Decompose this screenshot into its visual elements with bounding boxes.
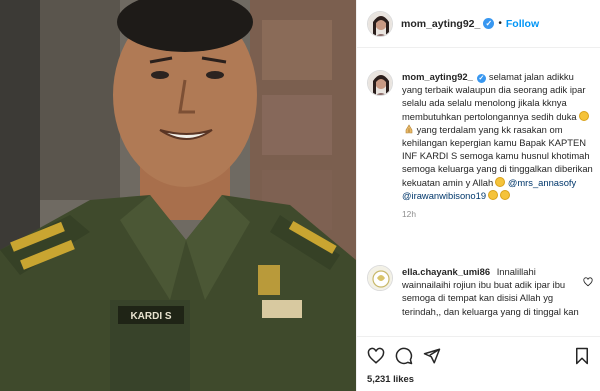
avatar-image — [368, 71, 392, 95]
author-username[interactable]: mom_ayting92_ — [401, 18, 480, 30]
verified-badge-icon: ✓ — [483, 18, 495, 29]
name-tag-text: KARDI S — [130, 311, 171, 322]
smile-emoji-icon — [500, 189, 511, 200]
mention-link[interactable]: @irawanwibisono19 — [402, 190, 486, 201]
mention-link[interactable]: @mrs_annasofy — [508, 177, 576, 188]
verified-badge-icon: ✓ — [476, 74, 486, 83]
avatar-image — [368, 11, 392, 36]
follow-button[interactable]: Follow — [506, 18, 539, 30]
avatar-image — [368, 266, 392, 290]
smile-emoji-icon — [488, 189, 499, 200]
heart-icon[interactable] — [367, 347, 385, 365]
share-icon[interactable] — [423, 347, 441, 365]
caption-avatar[interactable] — [367, 70, 393, 96]
comment-icon[interactable] — [395, 347, 413, 365]
caption-comment: mom_ayting92_ ✓ selamat jalan adikku yang … — [367, 70, 593, 221]
soldier-portrait-image: KARDI S — [0, 0, 356, 391]
praying-hands-emoji-icon — [405, 124, 413, 134]
commenter-username[interactable]: ella.chayank_umi86 — [402, 266, 490, 277]
post-photo[interactable]: KARDI S — [0, 0, 356, 391]
caption-timestamp[interactable]: 12h — [402, 208, 593, 221]
caption-username[interactable]: mom_ayting92_ — [402, 71, 473, 82]
action-bar — [357, 336, 600, 370]
likes-count[interactable]: 5,231 likes — [367, 373, 414, 384]
commenter-avatar[interactable] — [367, 265, 393, 291]
comment-item: ella.chayank_umi86 Innalillahi wainnaila… — [367, 265, 593, 318]
smile-emoji-icon — [495, 176, 506, 187]
post-header: mom_ayting92_ ✓ • Follow — [357, 0, 600, 48]
bookmark-icon[interactable] — [573, 347, 591, 365]
comments-list[interactable]: mom_ayting92_ ✓ selamat jalan adikku yang … — [357, 49, 600, 335]
author-avatar[interactable] — [367, 10, 393, 37]
small-heart-icon[interactable] — [583, 277, 593, 287]
post-side-panel: mom_ayting92_ ✓ • Follow mom_ayting92_ ✓ s… — [356, 0, 600, 391]
sad-face-emoji-icon — [578, 110, 589, 121]
caption-body: mom_ayting92_ ✓ selamat jalan adikku yang … — [402, 70, 593, 221]
separator-dot: • — [498, 18, 502, 29]
comment-body: ella.chayank_umi86 Innalillahi wainnaila… — [402, 265, 579, 318]
